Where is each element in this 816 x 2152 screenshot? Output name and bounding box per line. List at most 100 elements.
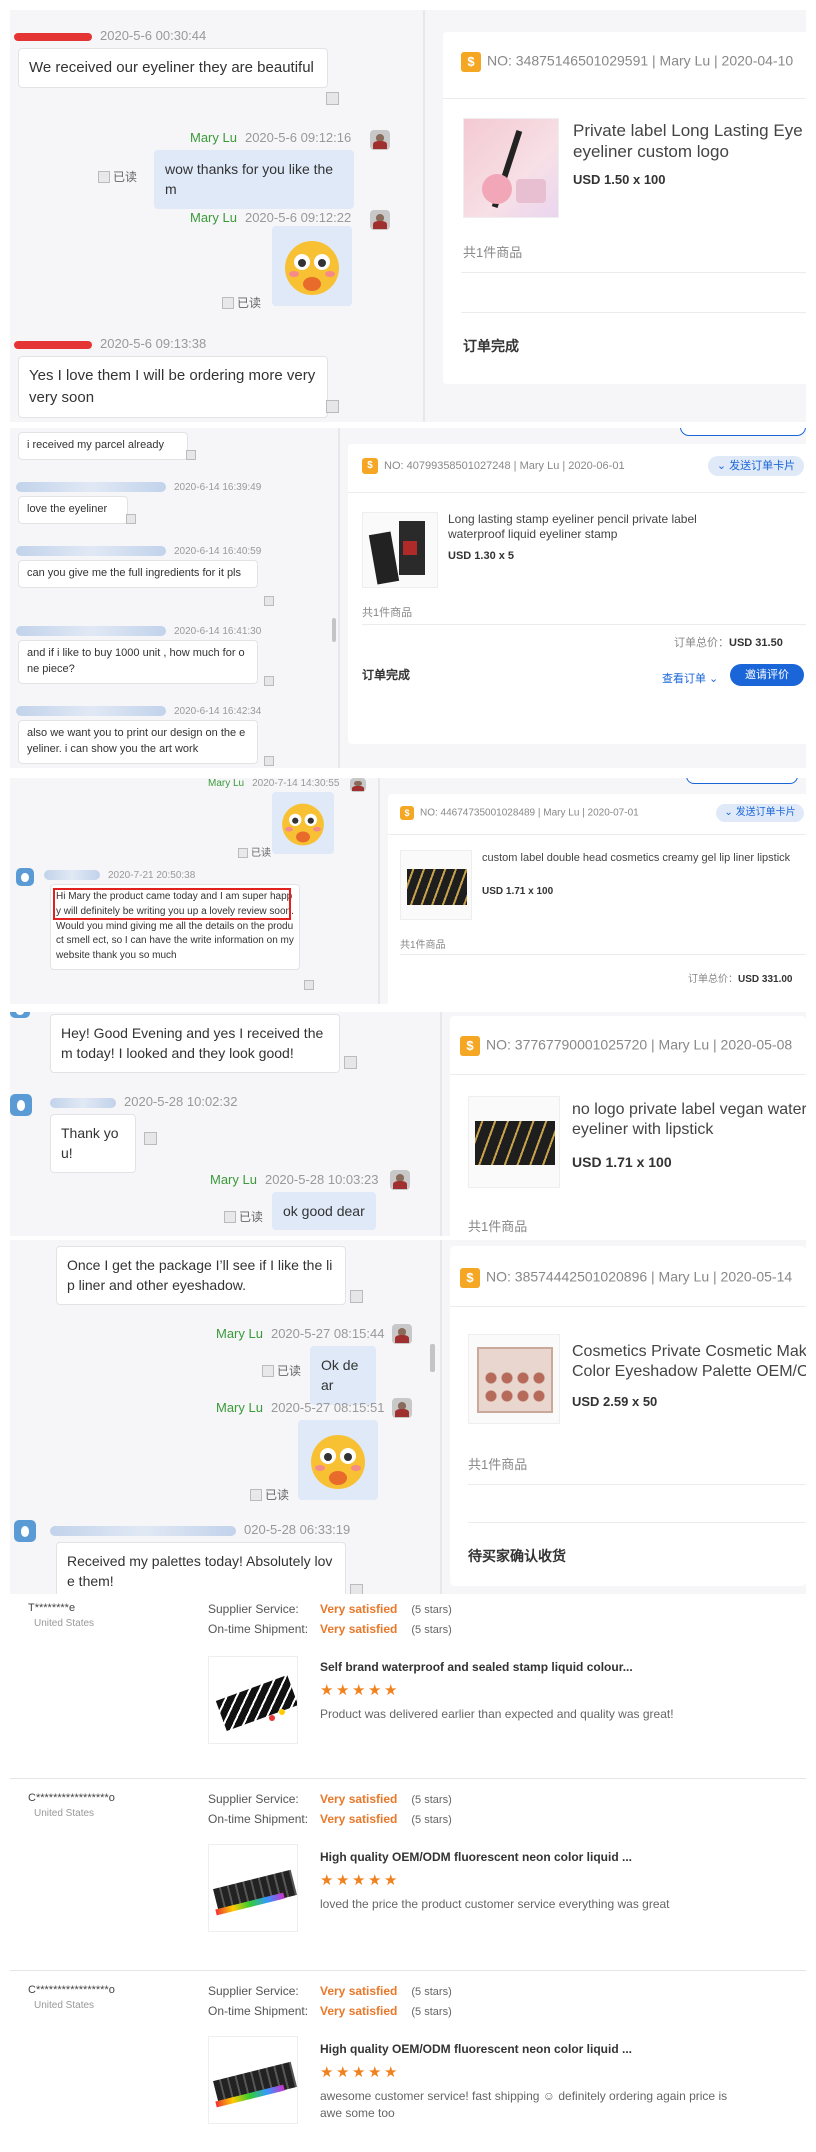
- customer-avatar-icon: [10, 1012, 30, 1018]
- message-bubble[interactable]: Once I get the package I’ll see if I lik…: [56, 1246, 346, 1305]
- product-title[interactable]: Private label Long Lasting Eye liner pen…: [573, 120, 806, 164]
- review-product-title[interactable]: Self brand waterproof and sealed stamp l…: [320, 1660, 633, 1674]
- product-title[interactable]: no logo private label vegan waterproof e…: [572, 1100, 806, 1140]
- message-bubble[interactable]: Thank you!: [50, 1114, 136, 1173]
- seller-avatar-icon: [392, 1398, 412, 1418]
- read-status: 已读: [238, 844, 271, 859]
- item-count: 共1件商品: [362, 607, 413, 619]
- order-card[interactable]: $ NO: 44674735001028489 | Mary Lu | 2020-…: [388, 794, 806, 1004]
- review-text: loved the price the product customer ser…: [320, 1897, 670, 1911]
- chat-panel-4: Hey! Good Evening and yes I received the…: [10, 1012, 806, 1236]
- star-icon: ★: [320, 1872, 334, 1889]
- reviewer-country: United States: [34, 1618, 95, 1629]
- message-bubble[interactable]: Received my palettes today! Absolutely l…: [56, 1542, 346, 1594]
- product-price: USD 1.50 x 100: [573, 172, 666, 187]
- product-image: [208, 2036, 298, 2124]
- message-header: 2020-5-6 09:13:38: [14, 336, 206, 351]
- message-time: 2020-5-28 10:02:32: [124, 1094, 238, 1109]
- top-pill-button[interactable]: [680, 428, 806, 436]
- review-product-title[interactable]: High quality OEM/ODM fluorescent neon co…: [320, 2042, 632, 2056]
- star-icon: ★: [352, 1872, 366, 1889]
- product-title[interactable]: Cosmetics Private Cosmetic Makeup Color …: [572, 1342, 806, 1382]
- message-header: Mary Lu 2020-5-6 09:12:22: [190, 210, 351, 225]
- order-badge-icon: $: [460, 1268, 480, 1288]
- product-star-rating: ★ ★ ★ ★ ★: [320, 1872, 400, 1889]
- order-number: $ NO: 40799358501027248 | Mary Lu | 2020-…: [362, 458, 625, 474]
- send-order-card-button[interactable]: ⌄ 发送订单卡片: [708, 456, 804, 476]
- chat-area: 2020-5-6 00:30:44 We received our eyelin…: [10, 10, 422, 422]
- read-status: 已读: [262, 1362, 301, 1379]
- message-bubble[interactable]: also we want you to print our design on …: [18, 720, 258, 764]
- top-pill-button[interactable]: [686, 778, 798, 784]
- star-icon: ★: [384, 1682, 398, 1699]
- message-bubble[interactable]: ok good dear: [272, 1192, 376, 1231]
- product-image: [208, 1844, 298, 1932]
- sender-name: Mary Lu: [216, 1400, 263, 1415]
- message-time: 2020-5-6 09:12:22: [244, 210, 352, 225]
- view-order-link[interactable]: 查看订单 ⌄: [662, 670, 718, 686]
- chevron-down-icon: ⌄: [716, 460, 730, 472]
- order-card[interactable]: $ NO: 40799358501027248 | Mary Lu | 2020-…: [348, 444, 806, 744]
- star-icon: ★: [336, 2064, 350, 2081]
- message-bubble[interactable]: i received my parcel already: [18, 432, 188, 460]
- supplier-service-label: Supplier Service:: [208, 1792, 299, 1806]
- message-bubble[interactable]: Hey! Good Evening and yes I received the…: [50, 1014, 340, 1073]
- ontime-shipment-rating: Very satisfied (5 stars): [320, 1622, 452, 1636]
- item-count: 共1件商品: [463, 245, 523, 260]
- message-bubble[interactable]: love the eyeliner: [18, 496, 128, 524]
- message-bubble[interactable]: wow thanks for you like them: [154, 150, 354, 209]
- item-count: 共1件商品: [468, 1457, 528, 1472]
- message-bubble[interactable]: can you give me the full ingredients for…: [18, 560, 258, 588]
- message-header: 2020-6-14 16:40:59: [16, 546, 261, 557]
- message-bubble[interactable]: Yes I love them I will be ordering more …: [18, 356, 328, 418]
- ontime-shipment-label: On-time Shipment:: [208, 2004, 309, 2018]
- star-icon: ★: [352, 2064, 366, 2081]
- message-time: 2020-5-27 08:15:44: [270, 1326, 385, 1341]
- review-product-title[interactable]: High quality OEM/ODM fluorescent neon co…: [320, 1850, 632, 1864]
- blushing-emoji: [298, 1420, 378, 1500]
- chat-panel-5: Once I get the package I’ll see if I lik…: [10, 1240, 806, 1594]
- chat-scrollbar[interactable]: [332, 618, 336, 642]
- send-order-card-button[interactable]: ⌄ 发送订单卡片: [716, 804, 804, 822]
- message-header: 2020-5-6 00:30:44: [14, 28, 206, 43]
- read-status: 已读: [224, 1208, 263, 1225]
- message-time: 2020-6-14 16:39:49: [174, 482, 262, 493]
- star-icon: ★: [384, 1872, 398, 1889]
- ontime-shipment-label: On-time Shipment:: [208, 1812, 309, 1826]
- invite-review-button[interactable]: 邀请评价: [730, 664, 804, 686]
- message-bubble[interactable]: Ok dear: [310, 1346, 376, 1405]
- message-header: 2020-6-14 16:39:49: [16, 482, 261, 493]
- ontime-shipment-label: On-time Shipment:: [208, 1622, 309, 1636]
- chat-scrollbar[interactable]: [430, 1344, 435, 1372]
- chat-panel-2: i received my parcel already 2020-6-14 1…: [10, 428, 806, 768]
- product-price: USD 2.59 x 50: [572, 1394, 658, 1409]
- product-title[interactable]: Long lasting stamp eyeliner pencil priva…: [448, 512, 708, 542]
- supplier-service-rating: Very satisfied (5 stars): [320, 1602, 452, 1616]
- message-bubble[interactable]: and if i like to buy 1000 unit , how muc…: [18, 640, 258, 684]
- star-icon: ★: [352, 1682, 366, 1699]
- message-time: 2020-6-14 16:40:59: [174, 546, 262, 557]
- reviewer-country: United States: [34, 2000, 95, 2011]
- order-status: 待买家确认收货: [468, 1548, 566, 1564]
- reviewer-country: United States: [34, 1808, 95, 1819]
- order-card[interactable]: $ NO: 37767790001025720 | Mary Lu | 2020-…: [450, 1016, 806, 1236]
- order-card[interactable]: $ NO: 38574442501020896 | Mary Lu | 2020-…: [450, 1246, 806, 1586]
- seller-avatar-icon: [350, 778, 366, 792]
- review-text: Product was delivered earlier than expec…: [320, 1707, 674, 1721]
- message-header: 2020-5-28 10:02:32: [50, 1094, 237, 1109]
- message-bubble[interactable]: We received our eyeliner they are beauti…: [18, 48, 328, 88]
- chat-panel-3: Mary Lu 2020-7-14 14:30:55 已读 2020-7-21 2…: [10, 778, 806, 1004]
- order-card[interactable]: $ NO: 34875146501029591 | Mary Lu | 2020-…: [443, 32, 806, 384]
- order-badge-icon: $: [460, 1036, 480, 1056]
- product-image: [208, 1656, 298, 1744]
- message-header: 2020-6-14 16:42:34: [16, 706, 261, 717]
- chevron-down-icon: ⌄: [706, 673, 719, 685]
- message-time: 2020-5-6 09:12:16: [244, 130, 352, 145]
- product-price: USD 1.30 x 5: [448, 550, 515, 562]
- read-checkbox: [264, 756, 274, 766]
- star-icon: ★: [368, 1872, 382, 1889]
- message-time: 2020-7-14 14:30:55: [252, 778, 340, 789]
- message-time: 2020-7-21 20:50:38: [108, 870, 196, 881]
- message-header: 020-5-28 06:33:19: [50, 1522, 350, 1537]
- product-title[interactable]: custom label double head cosmetics cream…: [482, 852, 802, 866]
